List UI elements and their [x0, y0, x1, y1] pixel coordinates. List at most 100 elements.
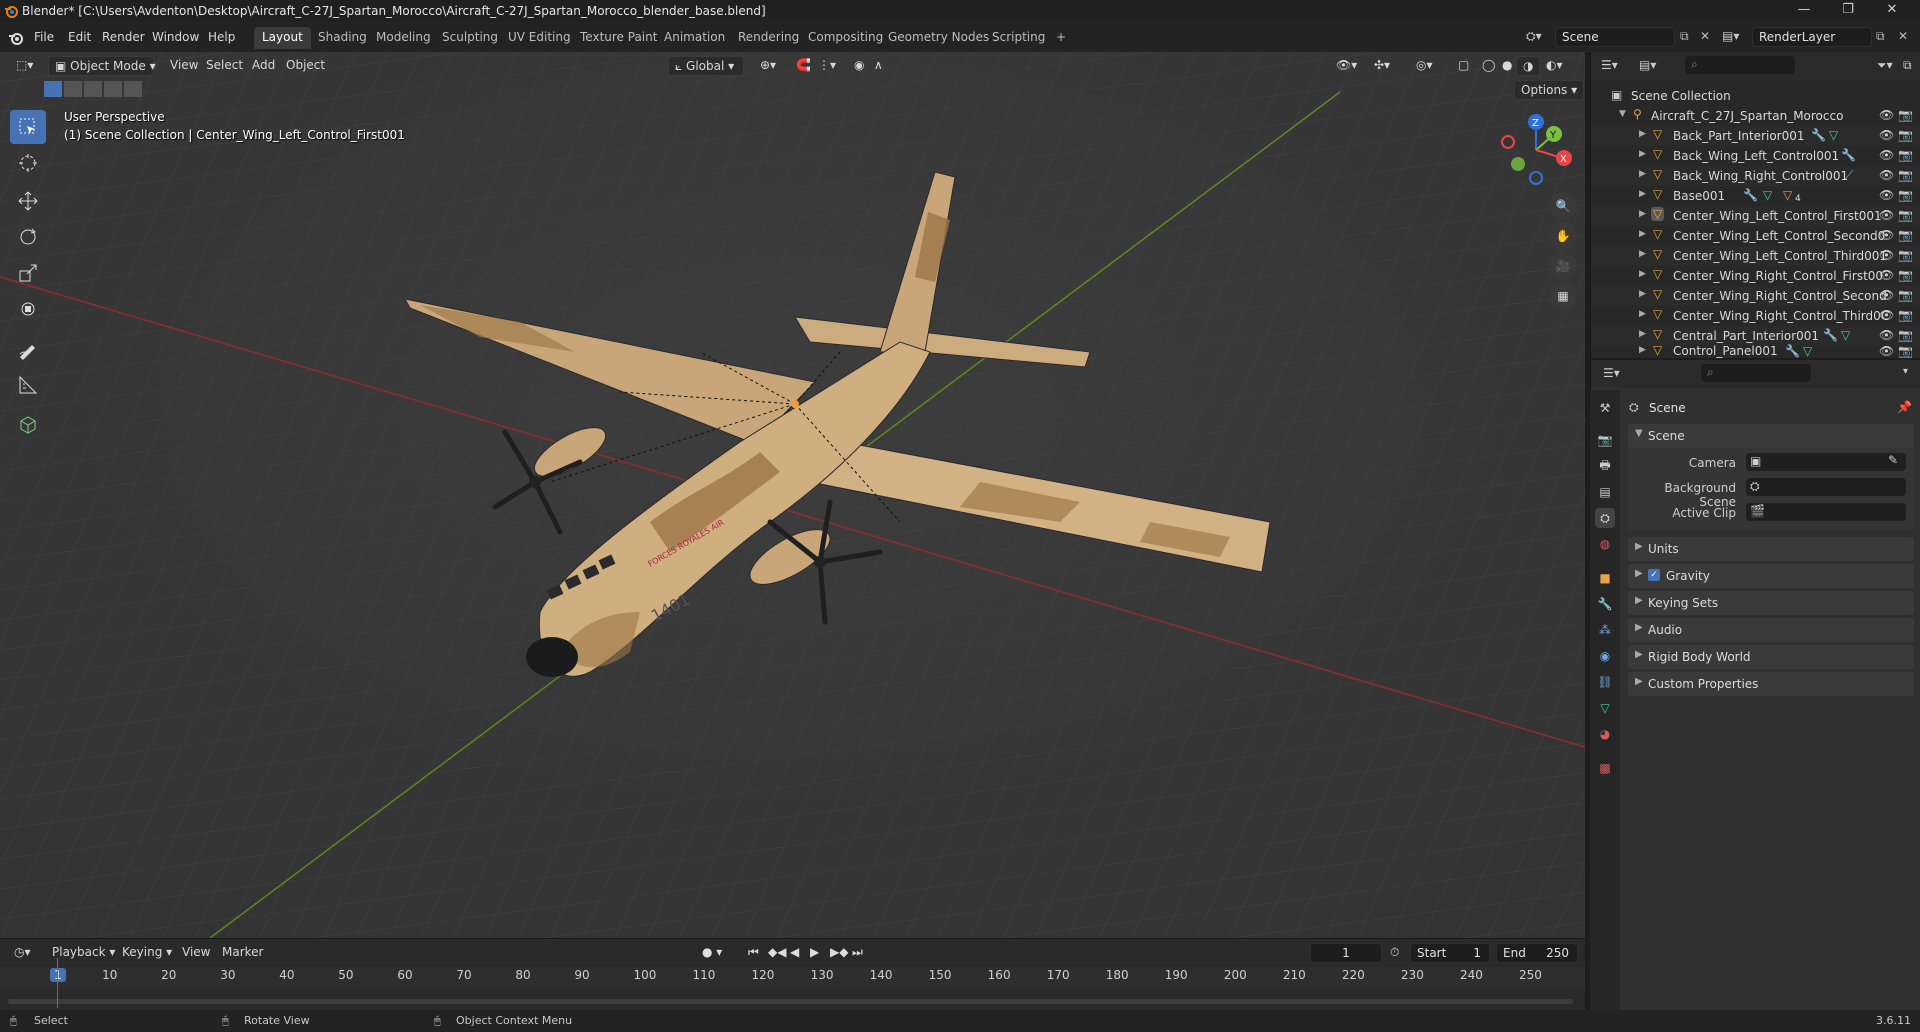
select-new-icon[interactable]: [44, 81, 62, 97]
xray-icon[interactable]: ▢: [1452, 56, 1475, 76]
gizmo-toggle-icon[interactable]: ✣▾: [1368, 56, 1396, 76]
move-tool[interactable]: [10, 184, 46, 218]
start-frame-field[interactable]: Start 1: [1410, 943, 1490, 963]
menu-add[interactable]: Add: [246, 56, 281, 76]
zoom-tool[interactable]: 🔍: [1549, 192, 1577, 220]
menu-help[interactable]: Help: [208, 30, 235, 44]
camera-field[interactable]: ▣ ✎: [1746, 453, 1906, 471]
ortho-toggle-tool[interactable]: ▦: [1549, 282, 1577, 310]
pan-tool[interactable]: ✋: [1549, 222, 1577, 250]
tab-uv-editing[interactable]: UV Editing: [500, 27, 579, 49]
camera-view-tool[interactable]: 🎥: [1549, 252, 1577, 280]
tab-physics[interactable]: ◉: [1595, 646, 1615, 666]
menu-render[interactable]: Render: [102, 30, 145, 44]
editor-type-icon[interactable]: ⬚▾: [10, 56, 39, 76]
transform-tool[interactable]: [10, 292, 46, 326]
rendered-shading-icon[interactable]: ◐▾: [1540, 56, 1569, 76]
expand-chevron-icon[interactable]: ▶: [1639, 309, 1646, 319]
visibility-eye-icon[interactable]: 👁 📷: [1879, 344, 1913, 358]
properties-editor-icon[interactable]: ☰▾: [1603, 366, 1620, 380]
eyedropper-icon[interactable]: ✎: [1888, 453, 1898, 467]
add-cube-tool[interactable]: [10, 408, 46, 442]
rigid-body-world-panel-header[interactable]: ▶ Rigid Body World: [1628, 645, 1914, 669]
navigation-gizmo[interactable]: Z Y X: [1496, 110, 1576, 190]
prev-keyframe-icon[interactable]: ◆◀: [768, 945, 786, 959]
new-collection-icon[interactable]: ⧉: [1903, 58, 1912, 73]
active-clip-field[interactable]: 🎬: [1746, 503, 1906, 521]
outliner-search-input[interactable]: ⌕: [1685, 56, 1795, 74]
visibility-eye-icon[interactable]: 👁 📷: [1879, 228, 1913, 242]
outliner-object-row[interactable]: ▶ ▽ Back_Part_Interior001 🔧 ▽ 👁 📷: [1591, 126, 1920, 146]
tab-scripting[interactable]: Scripting: [984, 27, 1053, 49]
menu-file[interactable]: File: [34, 30, 54, 44]
falloff-icon[interactable]: ∧: [868, 56, 889, 76]
menu-keying[interactable]: Keying ▾: [116, 943, 178, 963]
select-invert-icon[interactable]: [104, 81, 122, 97]
expand-chevron-icon[interactable]: ▶: [1639, 345, 1646, 355]
background-scene-field[interactable]: ⛭: [1746, 478, 1906, 496]
new-scene-icon[interactable]: ⧉: [1680, 29, 1689, 44]
3d-viewport[interactable]: 1401 FORCES ROYALES AIR: [0, 52, 1585, 938]
snap-target-icon[interactable]: ⋮▾: [812, 56, 842, 76]
scene-name-field[interactable]: Scene: [1555, 27, 1675, 47]
play-icon[interactable]: ▶: [810, 945, 819, 959]
blender-menu-icon[interactable]: [8, 30, 24, 46]
next-keyframe-icon[interactable]: ▶◆: [830, 945, 848, 959]
outliner-object-row[interactable]: ▶ ▽ Control_Panel001 🔧 ▽ 👁 📷: [1591, 344, 1920, 358]
outliner-object-row[interactable]: ▶ ▽ Center_Wing_Right_Control_Third0C 👁 …: [1591, 306, 1920, 326]
tab-data[interactable]: ▽: [1595, 698, 1615, 718]
select-intersect-icon[interactable]: [124, 81, 142, 97]
tab-object[interactable]: ■: [1595, 568, 1615, 588]
keying-sets-panel-header[interactable]: ▶ Keying Sets: [1628, 591, 1914, 615]
outliner-editor-icon[interactable]: ☰▾: [1601, 58, 1618, 72]
outliner-object-row[interactable]: ▶ ▽ Central_Part_Interior001 🔧 ▽ 👁 📷: [1591, 326, 1920, 346]
visibility-eye-icon[interactable]: 👁 📷: [1879, 248, 1913, 262]
object-mode-dropdown[interactable]: ▣ Object Mode ▾: [48, 56, 156, 76]
expand-chevron-icon[interactable]: ▶: [1639, 209, 1646, 219]
tab-geometry-nodes[interactable]: Geometry Nodes: [880, 27, 997, 49]
outliner-object-row[interactable]: ▶ ▽ Center_Wing_Left_Control_Third001 👁 …: [1591, 246, 1920, 266]
maximize-button[interactable]: ❐: [1828, 2, 1868, 20]
tab-shading[interactable]: Shading: [310, 27, 375, 49]
minimize-button[interactable]: —: [1784, 2, 1824, 20]
tab-particles[interactable]: ⁂: [1595, 620, 1615, 640]
delete-view-layer-icon[interactable]: ✕: [1898, 29, 1908, 43]
visibility-eye-icon[interactable]: 👁 📷: [1879, 128, 1913, 142]
select-subtract-icon[interactable]: [84, 81, 102, 97]
tab-world[interactable]: ◍: [1595, 534, 1615, 554]
delete-scene-icon[interactable]: ✕: [1700, 29, 1710, 43]
visibility-eye-icon[interactable]: 👁 📷: [1879, 308, 1913, 322]
tab-render[interactable]: 📷: [1595, 430, 1615, 450]
pin-icon[interactable]: 📌: [1897, 400, 1912, 414]
material-shading-icon[interactable]: ◑: [1516, 56, 1541, 76]
outliner-scene-collection[interactable]: ▣ Scene Collection: [1591, 86, 1920, 106]
outliner-object-row[interactable]: ▶ ▽ Back_Wing_Right_Control001 ⟋ 👁 📷: [1591, 166, 1920, 186]
end-frame-field[interactable]: End 250: [1496, 943, 1578, 963]
expand-chevron-icon[interactable]: ▶: [1639, 189, 1646, 199]
visibility-eye-icon[interactable]: 👁 📷: [1879, 288, 1913, 302]
visibility-eye-icon[interactable]: 👁 📷: [1879, 328, 1913, 342]
expand-chevron-icon[interactable]: ▶: [1639, 229, 1646, 239]
jump-end-icon[interactable]: ⏭: [852, 945, 863, 960]
scene-selector-icon[interactable]: ⛭▾: [1526, 29, 1554, 47]
visibility-eye-icon[interactable]: 👁 📷: [1879, 268, 1913, 282]
record-icon[interactable]: ● ▾: [702, 945, 722, 959]
expand-chevron-icon[interactable]: ▶: [1639, 129, 1646, 139]
outliner-object-row[interactable]: ▶ ▽ Center_Wing_Left_Control_First001 👁 …: [1591, 206, 1920, 226]
outliner-object-row[interactable]: ▶ ▽ Base001 🔧 ▽ ▽ 4 👁 📷: [1591, 186, 1920, 206]
expand-chevron-icon[interactable]: ▶: [1639, 149, 1646, 159]
view-layer-selector-icon[interactable]: ▤▾: [1722, 29, 1739, 43]
menu-edit[interactable]: Edit: [68, 30, 91, 44]
tab-tool[interactable]: ⚒: [1595, 398, 1615, 418]
custom-properties-panel-header[interactable]: ▶ Custom Properties: [1628, 672, 1914, 696]
visibility-eye-icon[interactable]: 👁 📷: [1879, 188, 1913, 202]
display-mode-icon[interactable]: ▤▾: [1639, 58, 1656, 72]
expand-chevron-icon[interactable]: ▶: [1639, 289, 1646, 299]
scene-section-header[interactable]: ▼ Scene: [1628, 424, 1914, 448]
close-button[interactable]: ✕: [1872, 2, 1912, 20]
menu-view[interactable]: View: [164, 56, 204, 76]
preview-range-icon[interactable]: ⏱: [1390, 945, 1399, 960]
current-frame-field[interactable]: 1: [1310, 943, 1382, 963]
properties-search-input[interactable]: ⌕: [1701, 364, 1811, 382]
tab-modifiers[interactable]: 🔧: [1595, 594, 1615, 614]
